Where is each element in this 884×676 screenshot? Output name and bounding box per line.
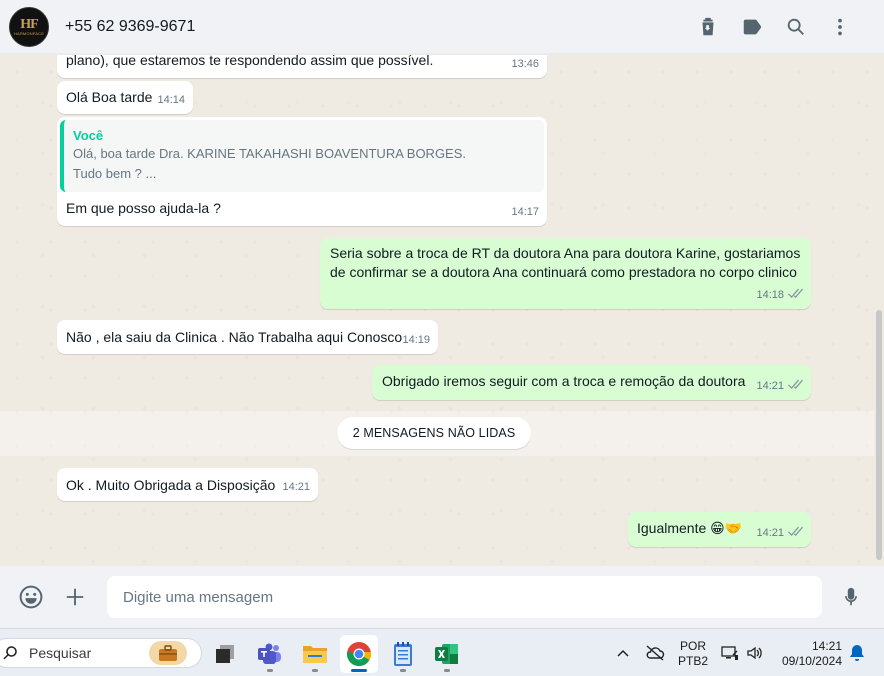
message-time: 14:21: [756, 524, 803, 543]
message-time: 14:19: [402, 334, 430, 346]
contact-name[interactable]: +55 62 9369-9671: [65, 18, 686, 36]
clock-date: 09/10/2024: [781, 654, 842, 668]
windows-taskbar: Pesquisar POR PTB2 14:21 09/10/2024: [0, 628, 884, 676]
avatar-brand: HARMONFACE: [13, 30, 45, 36]
quote-text-line: Tudo bem ? ...: [73, 166, 157, 181]
clock-time: 14:21: [811, 639, 842, 653]
language-code: POR: [679, 639, 706, 653]
message-outgoing[interactable]: Seria sobre a troca de RT da doutora Ana…: [320, 238, 811, 309]
excel-icon[interactable]: [428, 635, 466, 673]
chat-area[interactable]: plano), que estaremos te respondendo ass…: [0, 55, 874, 566]
message-time: 14:21: [282, 481, 310, 493]
avatar-logo: HF: [20, 16, 38, 32]
message-input[interactable]: [107, 576, 822, 618]
double-check-icon: [787, 378, 803, 389]
briefcase-icon[interactable]: [149, 641, 187, 665]
double-check-icon: [787, 287, 803, 298]
message-text: Ok . Muito Obrigada a Disposição: [66, 477, 276, 493]
delete-icon[interactable]: [686, 5, 730, 49]
microphone-icon[interactable]: [837, 583, 865, 611]
message-time: 14:17: [511, 206, 539, 218]
message-time: 14:18: [756, 286, 803, 305]
message-time: 13:46: [511, 58, 539, 70]
message-incoming[interactable]: plano), que estaremos te respondendo ass…: [57, 55, 547, 78]
running-indicator: [444, 669, 450, 672]
input-language[interactable]: POR PTB2: [676, 639, 710, 669]
running-indicator: [400, 669, 406, 672]
message-outgoing[interactable]: Obrigado iremos seguir com a troca e rem…: [372, 365, 811, 400]
teams-icon[interactable]: [251, 635, 289, 673]
message-incoming[interactable]: Não , ela saiu da Clinica . Não Trabalha…: [57, 320, 438, 354]
task-view-icon[interactable]: [206, 635, 244, 673]
contact-avatar[interactable]: HF HARMONFACE: [9, 6, 49, 47]
menu-icon[interactable]: [818, 5, 862, 49]
message-text: Seria sobre a troca de RT da doutora Ana…: [330, 245, 801, 280]
chrome-icon[interactable]: [340, 635, 378, 673]
file-explorer-icon[interactable]: [296, 635, 334, 673]
keyboard-layout: PTB2: [677, 654, 708, 668]
quote-text-line: Olá, boa tarde Dra. KARINE TAKAHASHI BOA…: [73, 146, 467, 161]
message-text: Em que posso ajuda-la ?: [66, 200, 221, 216]
chevron-up-icon[interactable]: [612, 629, 634, 676]
message-text: Não , ela saiu da Clinica . Não Trabalha…: [66, 329, 403, 345]
taskbar-search[interactable]: Pesquisar: [0, 638, 202, 668]
quote-author: Você: [73, 128, 104, 143]
unread-messages-label: 2 MENSAGENS NÃO LIDAS: [337, 417, 531, 449]
network-icon[interactable]: [719, 629, 741, 676]
chat-scrollbar[interactable]: [874, 55, 884, 566]
attach-plus-icon[interactable]: [61, 583, 89, 611]
search-icon: [3, 646, 17, 660]
search-icon[interactable]: [774, 5, 818, 49]
chat-header: HF HARMONFACE +55 62 9369-9671: [0, 0, 884, 54]
volume-icon[interactable]: [744, 629, 766, 676]
label-icon[interactable]: [730, 5, 774, 49]
message-text: Olá Boa tarde: [66, 89, 153, 105]
message-incoming-reply[interactable]: Você Olá, boa tarde Dra. KARINE TAKAHASH…: [57, 117, 547, 226]
scrollbar-thumb[interactable]: [876, 310, 882, 560]
system-clock[interactable]: 14:21 09/10/2024: [772, 639, 842, 669]
running-indicator: [351, 669, 367, 672]
message-time: 14:14: [157, 94, 185, 106]
message-text: plano), que estaremos te respondendo ass…: [66, 55, 434, 68]
double-check-icon: [787, 525, 803, 536]
header-actions: [686, 5, 862, 49]
message-composer: [0, 566, 884, 628]
emoji-icon[interactable]: [17, 583, 45, 611]
notification-bell-icon[interactable]: [846, 629, 868, 676]
message-incoming[interactable]: Olá Boa tarde 14:14: [57, 81, 193, 114]
notepad-icon[interactable]: [384, 635, 422, 673]
quoted-message[interactable]: Você Olá, boa tarde Dra. KARINE TAKAHASH…: [60, 120, 544, 192]
cloud-offline-icon[interactable]: [643, 629, 667, 676]
message-incoming[interactable]: Ok . Muito Obrigada a Disposição 14:21: [57, 468, 318, 501]
running-indicator: [267, 669, 273, 672]
message-outgoing[interactable]: Igualmente 😁🤝 14:21: [628, 512, 811, 547]
message-text: Igualmente 😁🤝: [637, 520, 743, 536]
message-time: 14:21: [756, 377, 803, 396]
search-label: Pesquisar: [29, 645, 92, 661]
running-indicator: [312, 669, 318, 672]
message-text: Obrigado iremos seguir com a troca e rem…: [382, 373, 746, 389]
